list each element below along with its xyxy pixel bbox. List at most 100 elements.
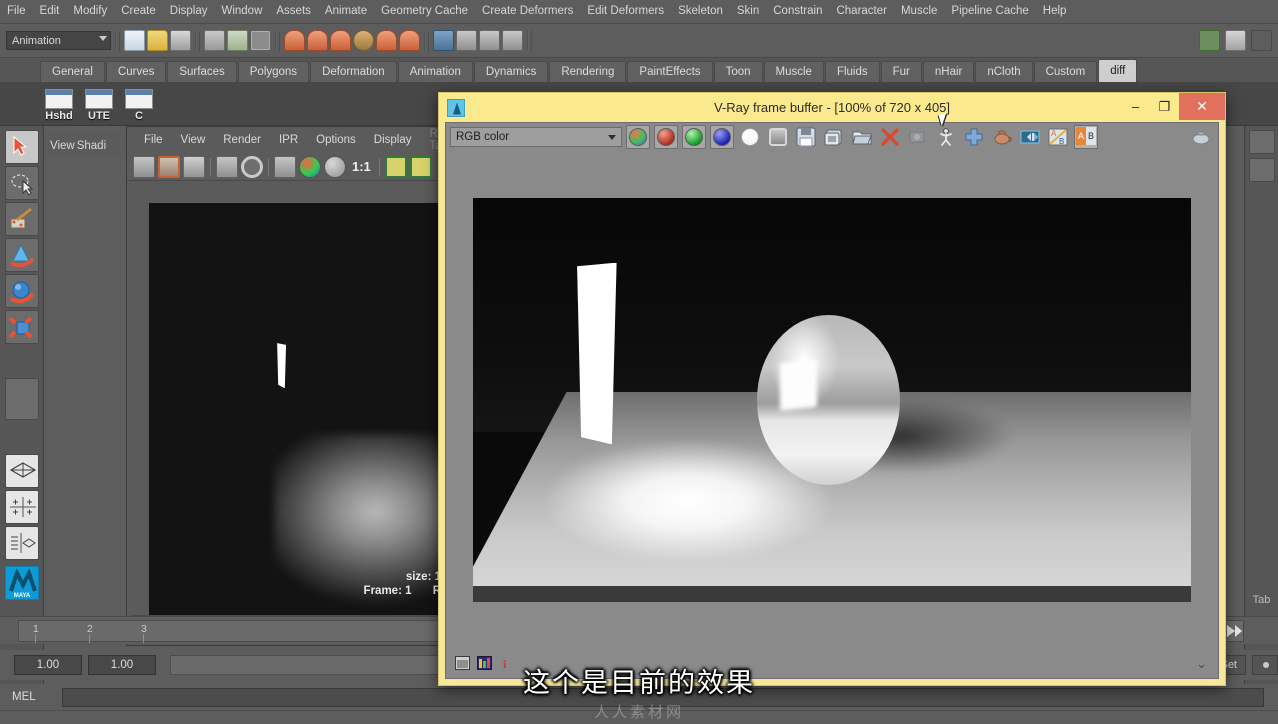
menu-item-character[interactable]: Character [829,1,894,22]
menu-item-animate[interactable]: Animate [318,1,374,22]
select-tool-icon[interactable] [5,130,39,164]
shelf-tab-custom[interactable]: Custom [1033,61,1098,82]
attribute-editor-icon[interactable] [1225,30,1246,51]
shelf-tab-general[interactable]: General [40,61,105,82]
menu-item-window[interactable]: Window [214,1,269,22]
region-render-icon[interactable] [962,125,986,149]
render-view-menu-view[interactable]: View [172,131,215,149]
open-scene-icon[interactable] [147,30,168,51]
render-current-frame-icon[interactable] [158,155,180,178]
menu-item-edit-deformers[interactable]: Edit Deformers [580,1,671,22]
maximize-button[interactable]: ❐ [1150,94,1179,119]
clear-image-icon[interactable] [878,125,902,149]
red-channel-button[interactable] [654,125,678,149]
shelf-button-ute[interactable]: UTE [82,87,116,122]
render-view-menu-display[interactable]: Display [365,131,421,149]
histogram-icon[interactable] [477,655,493,672]
last-tool-slot-icon[interactable] [5,378,39,420]
save-all-image-channels-icon[interactable] [822,125,846,149]
shelf-button-c[interactable]: C [122,87,156,122]
dock-button[interactable] [1249,158,1275,182]
monochrome-channel-button[interactable] [766,125,790,149]
vray-title-bar[interactable]: V-Ray frame buffer - [100% of 720 x 405]… [439,93,1225,122]
dock-button[interactable] [1249,130,1275,154]
render-view-menu-ipr[interactable]: IPR [270,131,307,149]
shelf-tab-dynamics[interactable]: Dynamics [473,61,549,82]
shelf-tab-rendering[interactable]: Rendering [549,61,627,82]
shelf-button-hshd[interactable]: Hshd [42,87,76,122]
select-by-component-icon[interactable] [250,30,271,51]
render-view-menu-options[interactable]: Options [307,131,365,149]
ab-split-icon[interactable]: AB [1074,125,1098,149]
lasso-tool-icon[interactable] [5,166,39,200]
shelf-tab-muscle[interactable]: Muscle [763,61,824,82]
save-image-icon[interactable] [794,125,818,149]
green-channel-button[interactable] [682,125,706,149]
render-view-icon[interactable] [433,30,454,51]
snapshot-icon[interactable] [183,155,205,178]
minimize-button[interactable]: – [1121,94,1150,119]
auto-key-button[interactable] [1252,655,1278,675]
load-image-icon[interactable] [850,125,874,149]
pixel-info-icon[interactable] [455,655,471,672]
paint-selection-tool-icon[interactable] [5,202,39,236]
render-settings-icon[interactable] [274,155,296,178]
menu-item-create[interactable]: Create [114,1,163,22]
switch-buffer-icon[interactable] [1018,125,1042,149]
shelf-tab-animation[interactable]: Animation [397,61,473,82]
shelf-tab-polygons[interactable]: Polygons [237,61,310,82]
menu-item-help[interactable]: Help [1036,1,1074,22]
menu-item-skin[interactable]: Skin [730,1,766,22]
shelf-tab-deformation[interactable]: Deformation [310,61,397,82]
shelf-tab-fluids[interactable]: Fluids [824,61,880,82]
four-pane-layout-icon[interactable] [5,490,39,524]
select-by-object-icon[interactable] [227,30,248,51]
snap-to-point-icon[interactable] [330,30,351,51]
snap-to-curve-icon[interactable] [307,30,328,51]
menu-item-geometry-cache[interactable]: Geometry Cache [374,1,475,22]
blue-channel-button[interactable] [710,125,734,149]
menu-item-assets[interactable]: Assets [269,1,318,22]
shelf-tab-toon[interactable]: Toon [713,61,763,82]
menu-item-create-deformers[interactable]: Create Deformers [475,1,580,22]
menu-item-modify[interactable]: Modify [66,1,114,22]
rgb-channel-button[interactable] [626,125,650,149]
shelf-tab-ncloth[interactable]: nCloth [975,61,1033,82]
panel-menu-view[interactable]: View [50,140,75,152]
menu-set-selector[interactable]: Animation [6,31,111,50]
refresh-ipr-icon[interactable] [241,155,263,178]
snap-to-view-plane-icon[interactable] [376,30,397,51]
render-last-icon[interactable] [906,125,930,149]
menu-item-constrain[interactable]: Constrain [766,1,829,22]
alpha-channel-button[interactable] [738,125,762,149]
chevron-double-down-icon[interactable]: ⌄ [1196,656,1207,672]
ipr-render-icon[interactable] [479,30,500,51]
menu-item-muscle[interactable]: Muscle [894,1,944,22]
range-start-field[interactable]: 1.00 [14,655,82,675]
menu-item-edit[interactable]: Edit [33,1,67,22]
rgb-channel-icon[interactable] [299,155,321,178]
track-mouse-icon[interactable] [934,125,958,149]
color-corrections-icon[interactable] [1188,125,1212,149]
ab-compare-icon[interactable]: AB [1046,125,1070,149]
info-icon[interactable]: i [499,656,515,672]
render-view-menu-file[interactable]: File [135,131,172,149]
remove-image-icon[interactable] [409,155,432,178]
shelf-tab-diff[interactable]: diff [1098,59,1138,82]
panel-menu-shadi[interactable]: Shadi [77,140,106,152]
single-pane-layout-icon[interactable] [5,454,39,488]
save-scene-icon[interactable] [170,30,191,51]
new-scene-icon[interactable] [124,30,145,51]
shelf-tab-curves[interactable]: Curves [105,61,167,82]
snap-to-projected-center-icon[interactable] [353,30,374,51]
channel-box-icon[interactable] [1251,30,1272,51]
keep-image-icon[interactable] [384,155,407,178]
toggle-sidebar-icon[interactable] [1199,30,1220,51]
scale-tool-icon[interactable] [5,310,39,344]
channel-selector[interactable]: RGB color [450,127,622,147]
vray-image-canvas[interactable] [447,151,1217,649]
snap-to-grid-icon[interactable] [284,30,305,51]
menu-item-skeleton[interactable]: Skeleton [671,1,730,22]
shelf-tab-fur[interactable]: Fur [880,61,922,82]
snap-to-live-object-icon[interactable] [399,30,420,51]
